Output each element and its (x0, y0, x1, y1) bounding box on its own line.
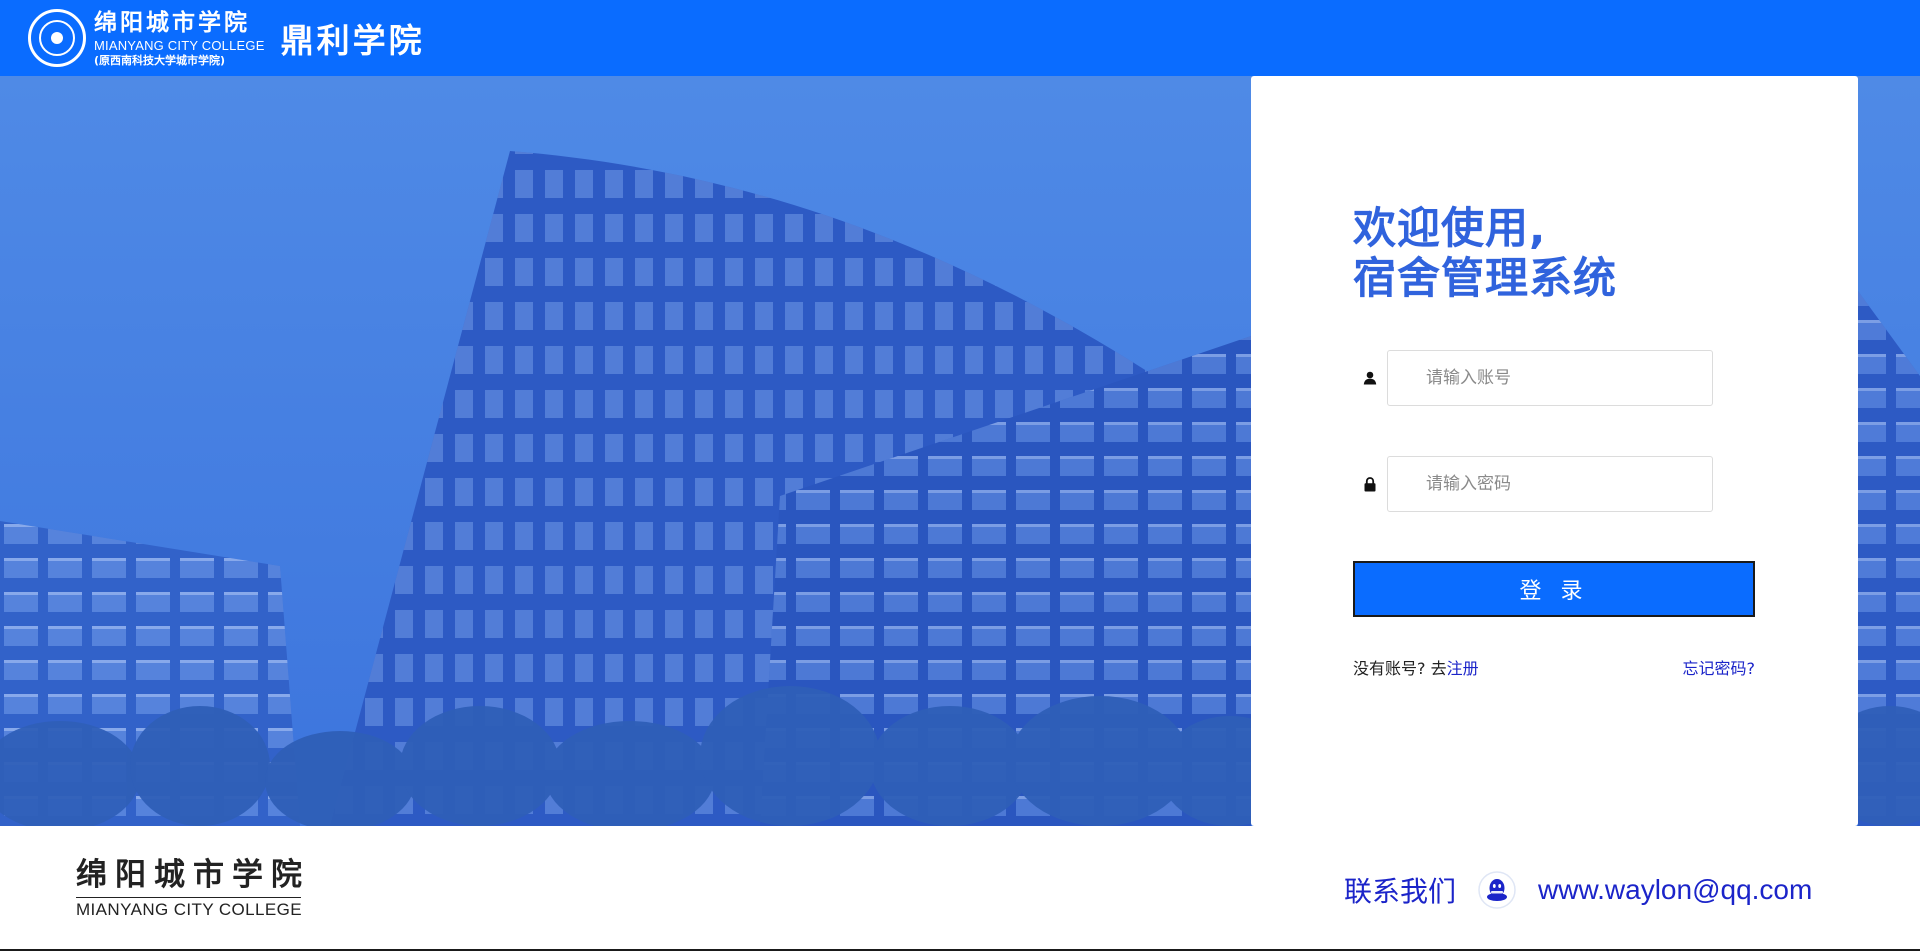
college-seal-icon (28, 9, 86, 67)
footer-logo: 绵阳城市学院 MIANYANG CITY COLLEGE (76, 860, 310, 918)
college-name-cn: 绵阳城市学院 (94, 8, 250, 36)
college-name-en: MIANYANG CITY COLLEGE (94, 37, 265, 53)
register-link[interactable]: 注册 (1447, 659, 1479, 678)
forgot-password-link[interactable]: 忘记密码? (1683, 655, 1756, 679)
welcome-line-1: 欢迎使用, (1353, 204, 1547, 254)
username-input[interactable] (1387, 350, 1713, 406)
department-name: 鼎利学院 (280, 21, 425, 60)
login-button[interactable]: 登 录 (1353, 561, 1755, 617)
qq-icon[interactable] (1478, 871, 1516, 909)
college-brand[interactable]: 绵阳城市学院 MIANYANG CITY COLLEGE (原西南科技大学城市学… (28, 9, 265, 67)
username-row (1353, 350, 1723, 406)
college-former-name: (原西南科技大学城市学院) (94, 53, 226, 67)
no-account-text: 没有账号? 去 (1353, 659, 1447, 678)
password-row (1353, 456, 1723, 512)
welcome-line-2: 宿舍管理系统 (1353, 254, 1617, 304)
footer-logo-cn: 绵阳城市学院 (76, 857, 310, 893)
welcome-heading: 欢迎使用, 宿舍管理系统 (1353, 204, 1617, 304)
account-links: 没有账号? 去注册 忘记密码? (1353, 655, 1755, 679)
footer-logo-en: MIANYANG CITY COLLEGE (76, 900, 302, 919)
lock-icon (1353, 456, 1387, 512)
seal-center (51, 32, 63, 44)
brand-text: 绵阳城市学院 MIANYANG CITY COLLEGE (原西南科技大学城市学… (94, 11, 265, 66)
login-panel: 欢迎使用, 宿舍管理系统 登 录 没有账号? 去注册 忘记密码? (1251, 76, 1858, 826)
footer-logo-divider (76, 897, 301, 898)
contact-label: 联系我们 (1344, 875, 1457, 908)
user-icon (1353, 350, 1387, 406)
page-footer: 绵阳城市学院 MIANYANG CITY COLLEGE 联系我们 www.wa… (0, 826, 1920, 951)
register-prompt: 没有账号? 去注册 (1353, 655, 1479, 679)
contact-section: 联系我们 www.waylon@qq.com (1344, 870, 1812, 910)
top-header: 绵阳城市学院 MIANYANG CITY COLLEGE (原西南科技大学城市学… (0, 0, 1920, 76)
contact-email[interactable]: www.waylon@qq.com (1538, 874, 1812, 906)
password-input[interactable] (1387, 456, 1713, 512)
